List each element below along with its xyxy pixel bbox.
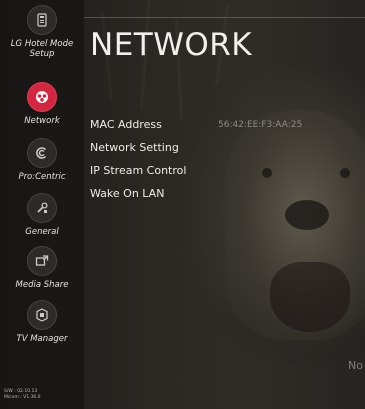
sidebar-item-tv-manager[interactable]: TV Manager	[0, 300, 84, 344]
sidebar-item-network[interactable]: Network	[0, 82, 84, 126]
media-share-icon	[27, 246, 57, 276]
sidebar-item-procentric[interactable]: Pro:Centric	[0, 138, 84, 182]
version-info: S/W : 02.10.13 Micom : V1.36.0	[4, 389, 41, 401]
procentric-icon	[27, 138, 57, 168]
hotel-mode-screen: LG Hotel Mode Setup Network Pro:Centric …	[0, 0, 365, 409]
sidebar-item-label: LG Hotel Mode Setup	[10, 39, 74, 59]
sidebar: LG Hotel Mode Setup Network Pro:Centric …	[0, 0, 84, 409]
settings-tool-icon	[27, 193, 57, 223]
mac-address-value: 56:42:EE:F3:AA:25	[218, 120, 303, 130]
page-title: NETWORK	[90, 27, 253, 63]
menu-item-label: Network Setting	[90, 141, 179, 154]
phone-icon	[27, 5, 57, 35]
menu-item-mac-address: MAC Address 56:42:EE:F3:AA:25	[90, 117, 360, 140]
sidebar-item-label: Network	[24, 116, 60, 126]
network-icon	[27, 82, 57, 112]
menu-item-label: IP Stream Control	[90, 164, 187, 177]
menu-item-ip-stream-control[interactable]: IP Stream Control	[90, 163, 360, 186]
menu-item-label: MAC Address	[90, 118, 162, 131]
partial-corner-text: No	[348, 359, 363, 372]
sidebar-item-label: General	[25, 227, 59, 237]
sidebar-item-label: Pro:Centric	[18, 172, 66, 182]
tv-manager-icon	[27, 300, 57, 330]
sidebar-item-general[interactable]: General	[0, 193, 84, 237]
sidebar-item-hotel-mode-setup[interactable]: LG Hotel Mode Setup	[0, 5, 84, 59]
sidebar-item-label: Media Share	[15, 280, 69, 290]
menu-item-label: Wake On LAN	[90, 187, 165, 200]
menu-item-wake-on-lan[interactable]: Wake On LAN	[90, 186, 360, 209]
micom-version: Micom : V1.36.0	[4, 395, 41, 400]
menu-item-network-setting[interactable]: Network Setting	[90, 140, 360, 163]
network-menu: MAC Address 56:42:EE:F3:AA:25 Network Se…	[90, 117, 360, 209]
header-divider	[84, 17, 365, 18]
sidebar-item-label: TV Manager	[16, 334, 68, 344]
sidebar-item-media-share[interactable]: Media Share	[0, 246, 84, 290]
